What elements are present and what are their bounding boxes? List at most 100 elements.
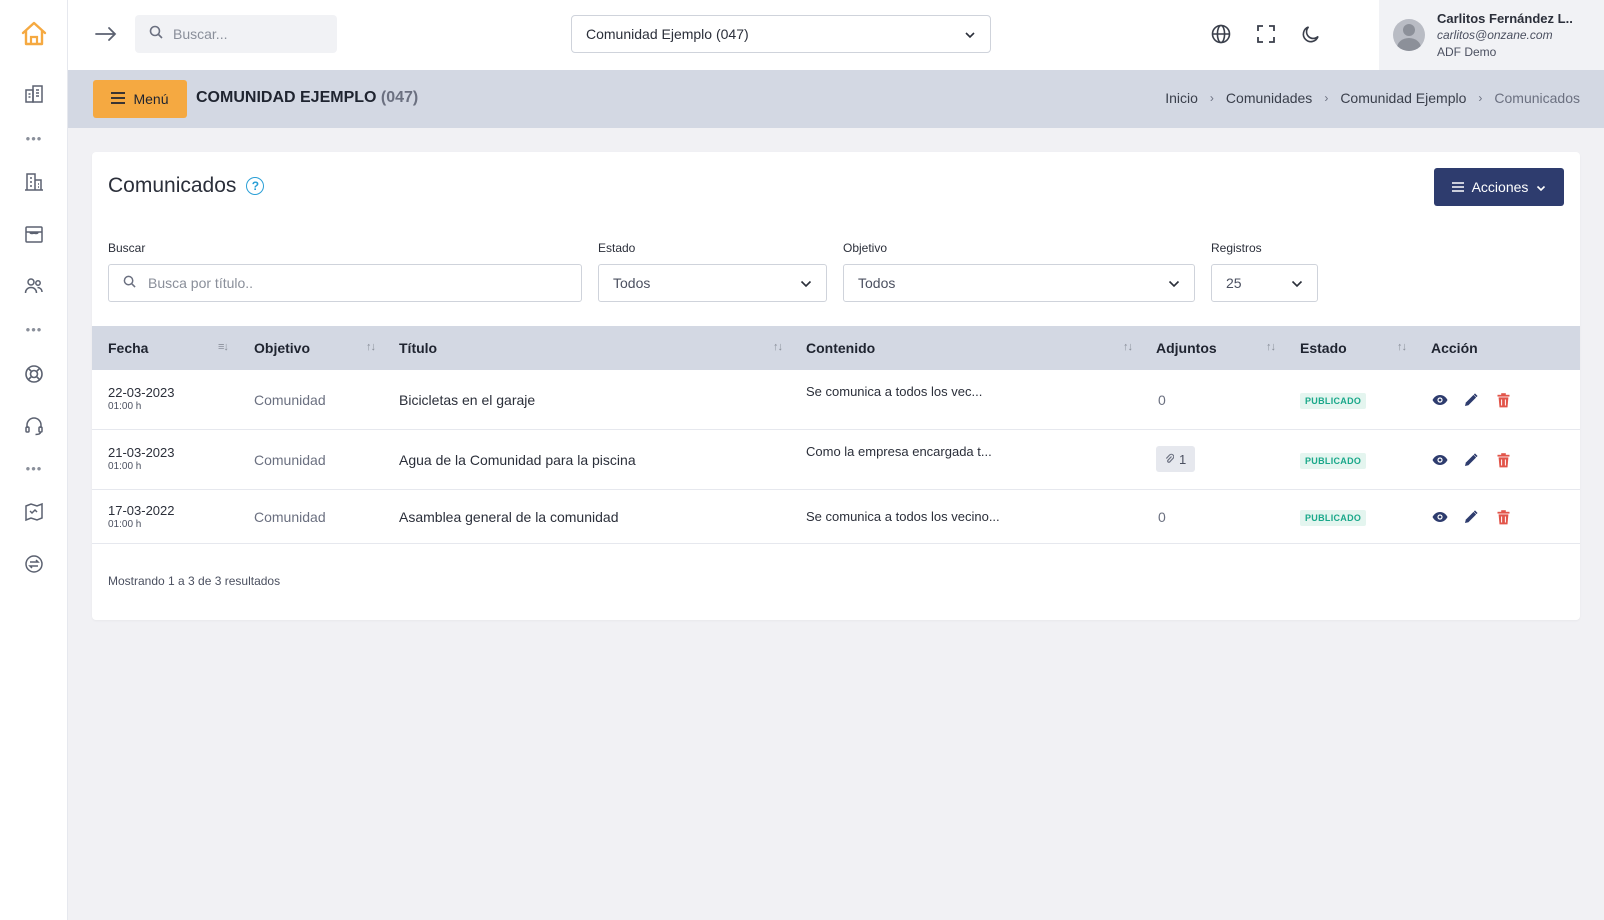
global-search[interactable] [135, 15, 337, 53]
registros-select[interactable]: 25 [1211, 264, 1318, 302]
objetivo-value: Todos [858, 275, 896, 291]
estado-label: Estado [598, 241, 636, 255]
row-objetivo: Comunidad [254, 452, 326, 468]
rail-more-dots[interactable]: ••• [24, 132, 44, 145]
edit-icon[interactable] [1462, 508, 1480, 526]
row-objetivo: Comunidad [254, 509, 326, 525]
avatar [1393, 19, 1425, 51]
breadcrumb-comunidad[interactable]: Comunidad Ejemplo [1340, 90, 1466, 106]
community-select[interactable]: Comunidad Ejemplo (047) [571, 15, 991, 53]
delete-icon[interactable] [1494, 391, 1512, 409]
table-row: 21-03-2023 01:00 h Comunidad Agua de la … [92, 430, 1580, 490]
col-titulo[interactable]: Título [399, 340, 437, 356]
user-name: Carlitos Fernández L.. [1437, 10, 1573, 26]
row-titulo: Asamblea general de la comunidad [399, 509, 619, 525]
lifebuoy-icon[interactable] [22, 362, 46, 386]
user-menu[interactable]: Carlitos Fernández L.. carlitos@onzane.c… [1379, 0, 1604, 70]
registros-label: Registros [1211, 241, 1262, 255]
rail-more-dots[interactable]: ••• [24, 462, 44, 475]
user-org: ADF Demo [1437, 44, 1497, 59]
chevron-down-icon [1536, 179, 1546, 195]
global-search-input[interactable] [173, 26, 313, 42]
title-search-box[interactable] [108, 264, 582, 302]
eye-icon[interactable] [1431, 451, 1449, 469]
comunicados-table: Fecha ≡↓ Objetivo ↑↓ Título ↑↓ Contenido… [92, 326, 1580, 544]
moon-icon[interactable] [1299, 22, 1323, 46]
table-row: 22-03-2023 01:00 h Comunidad Bicicletas … [92, 370, 1580, 430]
chevron-down-icon [1168, 275, 1180, 291]
store-icon[interactable] [22, 222, 46, 246]
col-fecha[interactable]: Fecha [108, 340, 148, 356]
row-date: 21-03-2023 [108, 445, 175, 460]
arrow-right-icon[interactable] [92, 22, 120, 46]
edit-icon[interactable] [1462, 451, 1480, 469]
sort-icon[interactable]: ↑↓ [1123, 341, 1133, 353]
delete-icon[interactable] [1494, 451, 1512, 469]
eye-icon[interactable] [1431, 391, 1449, 409]
breadcrumb-current: Comunicados [1494, 90, 1580, 106]
sort-icon[interactable]: ↑↓ [1266, 341, 1276, 353]
home-logo-icon[interactable] [20, 20, 48, 48]
row-contenido: Se comunica a todos los vec... [806, 384, 983, 399]
objetivo-select[interactable]: Todos [843, 264, 1195, 302]
building-icon[interactable] [22, 170, 46, 194]
page-title: Comunicados ? [108, 174, 265, 198]
users-icon[interactable] [22, 274, 46, 298]
rail-more-dots[interactable]: ••• [24, 323, 44, 336]
headset-icon[interactable] [22, 414, 46, 438]
row-time: 01:00 h [108, 461, 142, 472]
status-badge: PUBLICADO [1300, 510, 1367, 526]
chevron-down-icon [800, 275, 812, 291]
breadcrumb-comunidades[interactable]: Comunidades [1226, 90, 1312, 106]
row-adjuntos: 0 [1158, 392, 1166, 408]
estado-select[interactable]: Todos [598, 264, 827, 302]
sort-desc-icon[interactable]: ≡↓ [218, 341, 229, 353]
col-accion: Acción [1431, 340, 1478, 356]
community-code: (047) [380, 89, 419, 106]
col-adjuntos[interactable]: Adjuntos [1156, 340, 1217, 356]
row-adjuntos: 1 [1179, 451, 1187, 467]
actions-button-label: Acciones [1471, 179, 1529, 195]
actions-button[interactable]: Acciones [1434, 168, 1564, 206]
breadcrumb: Inicio › Comunidades › Comunidad Ejemplo… [1165, 90, 1580, 106]
row-contenido: Como la empresa encargada t... [806, 444, 992, 459]
menu-button-label: Menú [133, 91, 169, 107]
edit-icon[interactable] [1462, 391, 1480, 409]
col-estado[interactable]: Estado [1300, 340, 1347, 356]
search-icon [149, 25, 163, 44]
fullscreen-icon[interactable] [1254, 22, 1278, 46]
list-icon [1451, 179, 1464, 195]
globe-icon[interactable] [1209, 22, 1233, 46]
top-bar: Comunidad Ejemplo (047) Carlitos Fernánd… [68, 0, 1604, 70]
sidebar-rail: ••• ••• ••• [0, 0, 68, 920]
map-icon[interactable] [22, 500, 46, 524]
table-row: 17-03-2022 01:00 h Comunidad Asamblea ge… [92, 490, 1580, 544]
search-label: Buscar [108, 241, 146, 255]
attachment-chip[interactable]: 1 [1156, 446, 1196, 472]
pagination-summary: Mostrando 1 a 3 de 3 resultados [108, 574, 281, 588]
breadcrumb-inicio[interactable]: Inicio [1165, 90, 1198, 106]
sort-icon[interactable]: ↑↓ [1397, 341, 1407, 353]
delete-icon[interactable] [1494, 508, 1512, 526]
row-time: 01:00 h [108, 519, 142, 530]
col-objetivo[interactable]: Objetivo [254, 340, 310, 356]
sort-icon[interactable]: ↑↓ [773, 341, 783, 353]
sort-icon[interactable]: ↑↓ [366, 341, 376, 353]
help-icon[interactable]: ? [246, 177, 265, 195]
col-contenido[interactable]: Contenido [806, 340, 875, 356]
status-badge: PUBLICADO [1300, 453, 1367, 469]
chevron-right-icon: › [1209, 91, 1214, 105]
buildings-icon[interactable] [22, 82, 46, 106]
hamburger-icon [111, 91, 126, 107]
row-contenido: Se comunica a todos los vecino... [806, 509, 1000, 524]
objetivo-label: Objetivo [843, 241, 888, 255]
menu-button[interactable]: Menú [93, 80, 187, 118]
exchange-icon[interactable] [22, 552, 46, 576]
eye-icon[interactable] [1431, 508, 1449, 526]
paperclip-icon [1165, 452, 1175, 467]
chevron-right-icon: › [1478, 91, 1483, 105]
page-title-text: Comunicados [108, 174, 237, 197]
title-search-input[interactable] [148, 275, 567, 291]
search-icon [123, 275, 136, 291]
registros-value: 25 [1226, 275, 1242, 291]
